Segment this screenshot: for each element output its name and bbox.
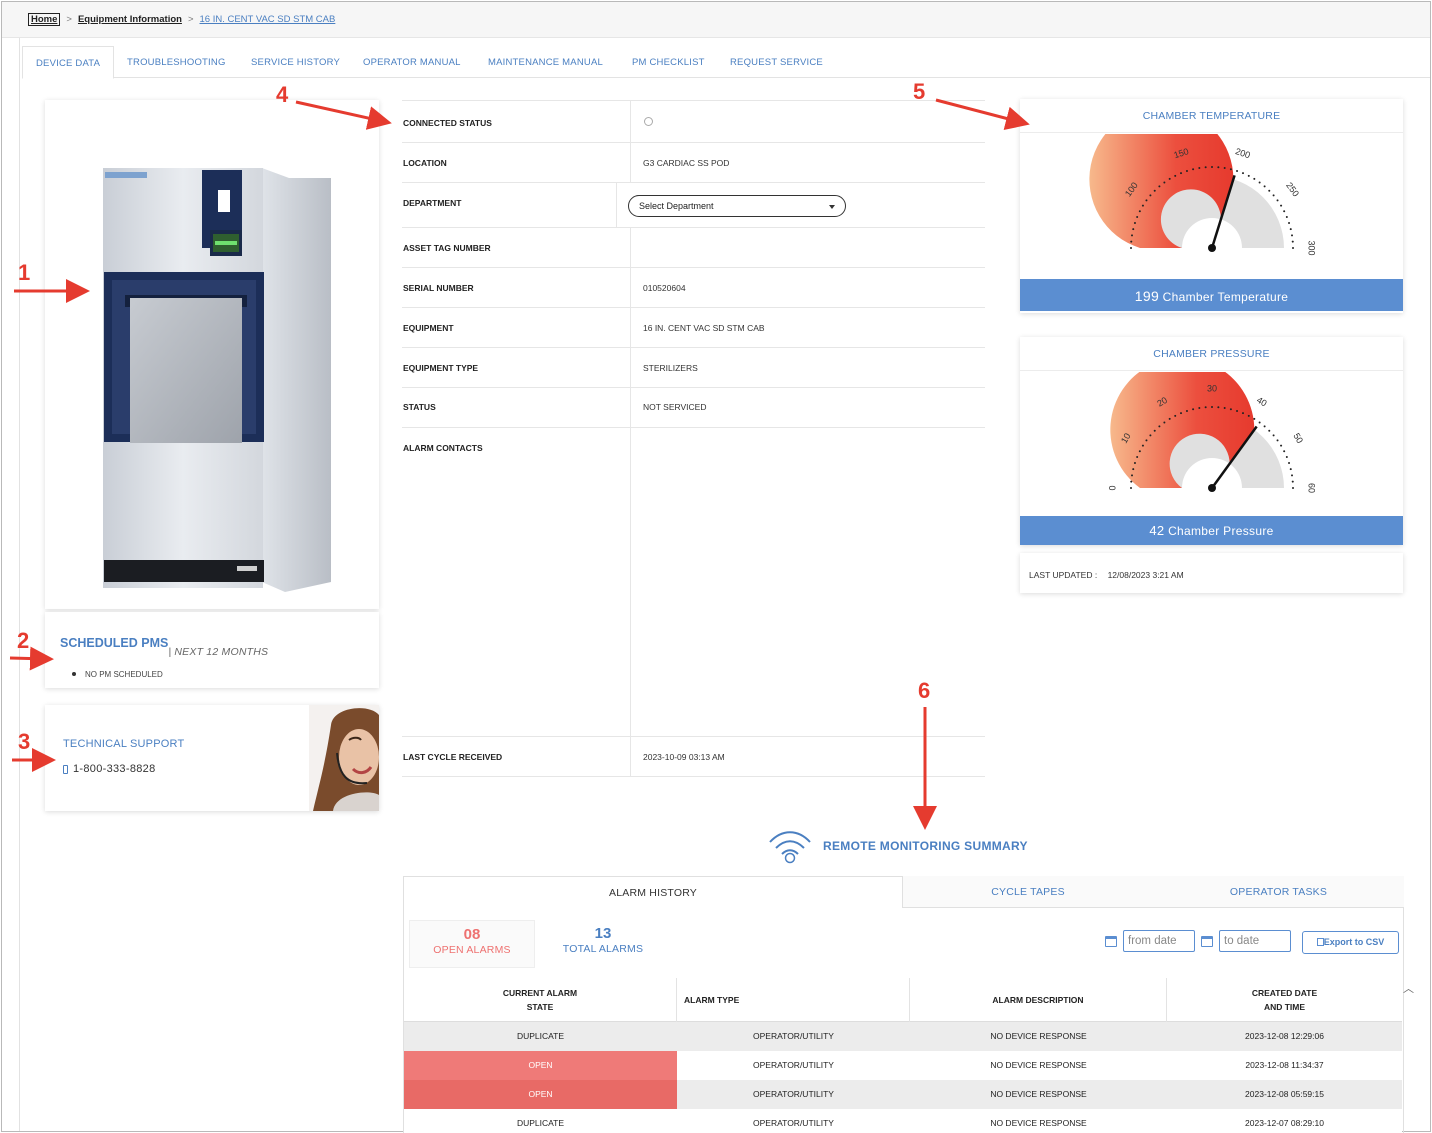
export-csv-button[interactable]: Export to CSV (1302, 931, 1399, 954)
alarm-state-cell: DUPLICATE (516, 1031, 565, 1041)
alarm-state-cell: OPEN (404, 1051, 677, 1080)
remote-monitoring-title: REMOTE MONITORING SUMMARY (823, 839, 1028, 853)
alarm-table-header: CURRENT ALARM STATE ALARM TYPE ALARM DES… (404, 978, 1402, 1022)
alarm-type-cell: OPERATOR/UTILITY (753, 1031, 834, 1041)
total-alarms-label: TOTAL ALARMS (562, 943, 644, 955)
table-row[interactable]: OPEN OPERATOR/UTILITY NO DEVICE RESPONSE 20… (404, 1051, 1402, 1080)
table-row[interactable]: OPEN OPERATOR/UTILITY NO DEVICE RESPONSE 20… (404, 1080, 1402, 1109)
calendar-icon[interactable] (1201, 936, 1213, 947)
annotation-arrow-2 (9, 646, 54, 671)
calendar-icon[interactable] (1105, 936, 1117, 947)
export-csv-label: Export to CSV (1323, 937, 1385, 947)
created-date-cell: 2023-12-07 08:29:10 (1245, 1118, 1324, 1128)
column-header-alarm-state[interactable]: CURRENT ALARM STATE (404, 978, 677, 1022)
wifi-signal-icon (769, 831, 811, 864)
remote-monitoring-heading: REMOTE MONITORING SUMMARY (767, 828, 1028, 864)
alarm-type-cell: OPERATOR/UTILITY (753, 1089, 834, 1099)
column-header-alarm-type[interactable]: ALARM TYPE (677, 978, 910, 1022)
from-date-input[interactable]: from date (1123, 930, 1195, 952)
to-date-input[interactable]: to date (1219, 930, 1291, 952)
annotation-label-4: 4 (276, 82, 289, 107)
open-alarms-stat[interactable]: 08 OPEN ALARMS (409, 920, 535, 968)
alarm-description-cell: NO DEVICE RESPONSE (990, 1031, 1087, 1041)
column-header-created-date[interactable]: CREATED DATE AND TIME (1167, 978, 1402, 1022)
alarm-state-cell: OPEN (404, 1080, 677, 1109)
annotation-label-2: 2 (17, 628, 30, 653)
column-header-alarm-description[interactable]: ALARM DESCRIPTION (910, 978, 1167, 1022)
table-row[interactable]: DUPLICATE OPERATOR/UTILITY NO DEVICE RESPO… (404, 1022, 1402, 1051)
export-icon (1316, 938, 1324, 946)
annotation-label-3: 3 (18, 729, 31, 754)
created-date-cell: 2023-12-08 11:34:37 (1245, 1060, 1324, 1070)
alarm-type-cell: OPERATOR/UTILITY (753, 1118, 834, 1128)
alarm-type-cell: OPERATOR/UTILITY (753, 1060, 834, 1070)
scroll-up-icon[interactable]: ︿ (1403, 980, 1414, 996)
open-alarms-count: 08 (463, 926, 481, 943)
tab-alarm-history[interactable]: ALARM HISTORY (403, 876, 903, 908)
annotation-arrow-4 (295, 100, 392, 130)
table-row[interactable]: DUPLICATE OPERATOR/UTILITY NO DEVICE RESPO… (404, 1109, 1402, 1133)
alarm-description-cell: NO DEVICE RESPONSE (990, 1089, 1087, 1099)
total-alarms-count: 13 (594, 925, 612, 942)
tab-cycle-tapes[interactable]: CYCLE TAPES (903, 876, 1153, 908)
annotation-label-5: 5 (913, 79, 926, 104)
annotation-label-1: 1 (18, 260, 31, 285)
alarm-description-cell: NO DEVICE RESPONSE (990, 1060, 1087, 1070)
monitoring-tabs: ALARM HISTORY CYCLE TAPES OPERATOR TASKS (403, 876, 1404, 908)
created-date-cell: 2023-12-08 12:29:06 (1245, 1031, 1324, 1041)
alarm-state-cell: DUPLICATE (516, 1118, 565, 1128)
annotation-label-6: 6 (918, 678, 931, 703)
annotation-arrow-5 (935, 98, 1030, 131)
total-alarms-stat[interactable]: 13 TOTAL ALARMS (540, 920, 666, 968)
alarm-description-cell: NO DEVICE RESPONSE (990, 1118, 1087, 1128)
created-date-cell: 2023-12-08 05:59:15 (1245, 1089, 1324, 1099)
open-alarms-label: OPEN ALARMS (433, 944, 511, 956)
tab-operator-tasks[interactable]: OPERATOR TASKS (1153, 876, 1404, 908)
